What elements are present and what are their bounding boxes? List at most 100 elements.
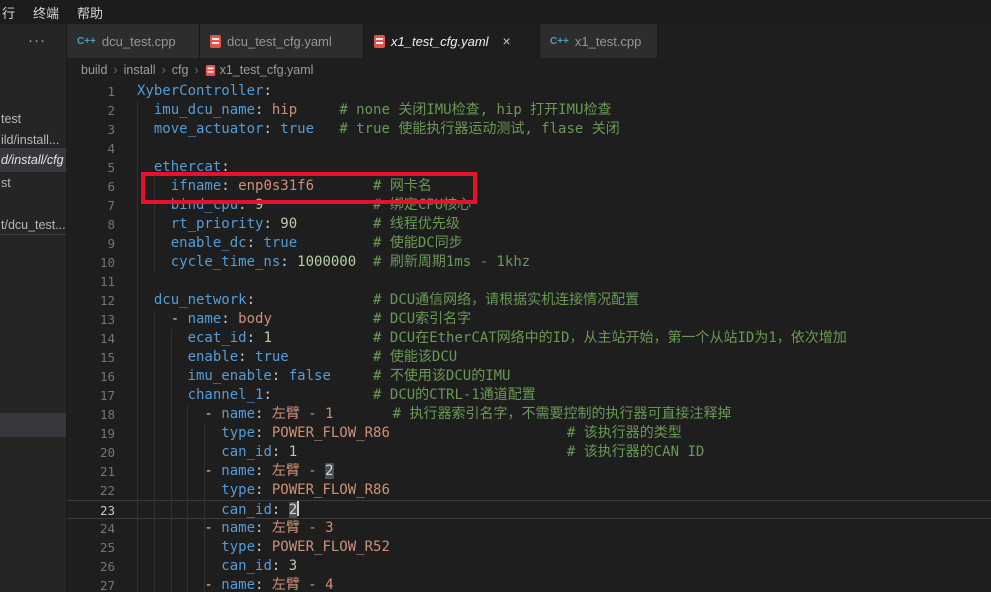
token: can_id (221, 444, 272, 460)
code-text[interactable]: can_id: 2 (137, 501, 991, 520)
sidebar-item[interactable] (0, 413, 67, 437)
code-content[interactable]: bind_cpu: 9 # 绑定CPU核心 (137, 196, 991, 215)
code-text[interactable]: bind_cpu: 9 # 绑定CPU核心 (137, 196, 991, 215)
line-number[interactable]: 10 (67, 253, 115, 272)
line-number[interactable]: 8 (67, 215, 115, 234)
code-text[interactable]: can_id: 3 (137, 557, 991, 576)
line-number[interactable]: 11 (67, 272, 115, 291)
code-content[interactable] (137, 139, 991, 158)
code-content[interactable]: XyberController: (137, 82, 991, 101)
code-editor[interactable]: 1 XyberController: 2 imu_dcu_name: hip # n… (67, 82, 991, 592)
line-number[interactable]: 7 (67, 196, 115, 215)
code-text[interactable]: - name: 左臂 - 2 (137, 462, 991, 481)
code-text[interactable]: XyberController: (137, 82, 991, 101)
code-content[interactable]: ecat_id: 1 # DCU在EtherCAT网络中的ID，从主站开始，第一… (137, 329, 991, 348)
code-text[interactable]: cycle_time_ns: 1000000 # 刷新周期1ms - 1khz (137, 253, 991, 272)
menu-item[interactable]: 行 (0, 3, 24, 22)
code-content[interactable]: can_id: 2 (137, 501, 991, 518)
code-content[interactable]: cycle_time_ns: 1000000 # 刷新周期1ms - 1khz (137, 253, 991, 272)
code-content[interactable]: move_actuator: true # true 使能执行器运动测试, fl… (137, 120, 991, 139)
line-number[interactable]: 15 (67, 348, 115, 367)
line-number[interactable]: 4 (67, 139, 115, 158)
sidebar-item[interactable]: test (0, 108, 67, 130)
line-number[interactable]: 20 (67, 443, 115, 462)
code-content[interactable]: type: POWER_FLOW_R86 (137, 481, 991, 500)
line-number[interactable]: 22 (67, 481, 115, 500)
tab-dcu_test.cpp[interactable]: C++dcu_test.cpp (67, 24, 200, 58)
line-number[interactable]: 9 (67, 234, 115, 253)
code-text[interactable]: rt_priority: 90 # 线程优先级 (137, 215, 991, 234)
code-content[interactable]: - name: 左臂 - 4 (137, 576, 991, 592)
line-number[interactable]: 13 (67, 310, 115, 329)
tab-x1_test_cfg.yaml[interactable]: x1_test_cfg.yaml× (364, 24, 540, 58)
code-text[interactable]: ethercat: (137, 158, 991, 177)
menu-item[interactable]: 帮助 (68, 3, 112, 22)
code-content[interactable]: channel_1: # DCU的CTRL-1通道配置 (137, 386, 991, 405)
code-text[interactable]: ifname: enp0s31f6 # 网卡名 (137, 177, 991, 196)
code-text[interactable]: channel_1: # DCU的CTRL-1通道配置 (137, 386, 991, 405)
tab-dcu_test_cfg.yaml[interactable]: dcu_test_cfg.yaml (200, 24, 364, 58)
code-text[interactable]: can_id: 1 # 该执行器的CAN ID (137, 443, 991, 462)
breadcrumb-item[interactable]: cfg (172, 63, 189, 77)
line-number[interactable]: 23 (67, 501, 115, 518)
code-text[interactable]: - name: 左臂 - 4 (137, 576, 991, 592)
line-number[interactable]: 18 (67, 405, 115, 424)
line-number[interactable]: 24 (67, 519, 115, 538)
code-content[interactable]: ifname: enp0s31f6 # 网卡名 (137, 177, 991, 196)
code-content[interactable]: enable: true # 使能该DCU (137, 348, 991, 367)
line-number[interactable]: 27 (67, 576, 115, 592)
code-text[interactable]: - name: 左臂 - 3 (137, 519, 991, 538)
tab-x1_test.cpp[interactable]: C++x1_test.cpp (540, 24, 658, 58)
code-content[interactable]: dcu_network: # DCU通信网络，请根据实机连接情况配置 (137, 291, 991, 310)
more-actions-button[interactable]: ··· (28, 32, 46, 49)
code-content[interactable]: - name: 左臂 - 2 (137, 462, 991, 481)
sidebar-item[interactable]: d/install/cfg (0, 148, 67, 172)
sidebar-item[interactable]: t/dcu_test... (0, 214, 67, 236)
line-number[interactable]: 1 (67, 82, 115, 101)
line-number[interactable]: 21 (67, 462, 115, 481)
line-number[interactable]: 25 (67, 538, 115, 557)
line-number[interactable]: 12 (67, 291, 115, 310)
code-text[interactable]: enable_dc: true # 使能DC同步 (137, 234, 991, 253)
line-number[interactable]: 6 (67, 177, 115, 196)
code-content[interactable] (137, 272, 991, 291)
code-text[interactable]: dcu_network: # DCU通信网络，请根据实机连接情况配置 (137, 291, 991, 310)
code-text[interactable]: - name: 左臂 - 1 # 执行器索引名字，不需要控制的执行器可直接注释掉 (137, 405, 991, 424)
code-content[interactable]: can_id: 1 # 该执行器的CAN ID (137, 443, 991, 462)
code-content[interactable]: - name: 左臂 - 3 (137, 519, 991, 538)
code-text[interactable]: type: POWER_FLOW_R86 (137, 481, 991, 500)
sidebar-item[interactable]: st (0, 172, 67, 194)
code-text[interactable]: imu_dcu_name: hip # none 关闭IMU检查, hip 打开… (137, 101, 991, 120)
code-content[interactable]: - name: 左臂 - 1 # 执行器索引名字，不需要控制的执行器可直接注释掉 (137, 405, 991, 424)
code-text[interactable]: type: POWER_FLOW_R86 # 该执行器的类型 (137, 424, 991, 443)
code-line: 7 bind_cpu: 9 # 绑定CPU核心 (67, 196, 991, 215)
code-content[interactable]: rt_priority: 90 # 线程优先级 (137, 215, 991, 234)
code-content[interactable]: type: POWER_FLOW_R86 # 该执行器的类型 (137, 424, 991, 443)
code-text[interactable]: imu_enable: false # 不使用该DCU的IMU (137, 367, 991, 386)
code-content[interactable]: type: POWER_FLOW_R52 (137, 538, 991, 557)
line-number[interactable]: 17 (67, 386, 115, 405)
line-number[interactable]: 16 (67, 367, 115, 386)
code-content[interactable]: imu_dcu_name: hip # none 关闭IMU检查, hip 打开… (137, 101, 991, 120)
code-text[interactable]: move_actuator: true # true 使能执行器运动测试, fl… (137, 120, 991, 139)
code-content[interactable]: can_id: 3 (137, 557, 991, 576)
code-content[interactable]: enable_dc: true # 使能DC同步 (137, 234, 991, 253)
code-text[interactable]: type: POWER_FLOW_R52 (137, 538, 991, 557)
code-text[interactable]: ecat_id: 1 # DCU在EtherCAT网络中的ID，从主站开始，第一… (137, 329, 991, 348)
line-number[interactable]: 2 (67, 101, 115, 120)
line-number[interactable]: 3 (67, 120, 115, 139)
line-number[interactable]: 26 (67, 557, 115, 576)
breadcrumb-item[interactable]: x1_test_cfg.yaml (220, 63, 314, 77)
code-text[interactable]: enable: true # 使能该DCU (137, 348, 991, 367)
line-number[interactable]: 14 (67, 329, 115, 348)
code-content[interactable]: - name: body # DCU索引名字 (137, 310, 991, 329)
code-content[interactable]: imu_enable: false # 不使用该DCU的IMU (137, 367, 991, 386)
line-number[interactable]: 5 (67, 158, 115, 177)
breadcrumb-item[interactable]: install (124, 63, 156, 77)
breadcrumb-item[interactable]: build (81, 63, 107, 77)
tab-close-icon[interactable]: × (503, 33, 511, 49)
line-number[interactable]: 19 (67, 424, 115, 443)
code-content[interactable]: ethercat: (137, 158, 991, 177)
code-text[interactable]: - name: body # DCU索引名字 (137, 310, 991, 329)
menu-item[interactable]: 终端 (24, 3, 68, 22)
